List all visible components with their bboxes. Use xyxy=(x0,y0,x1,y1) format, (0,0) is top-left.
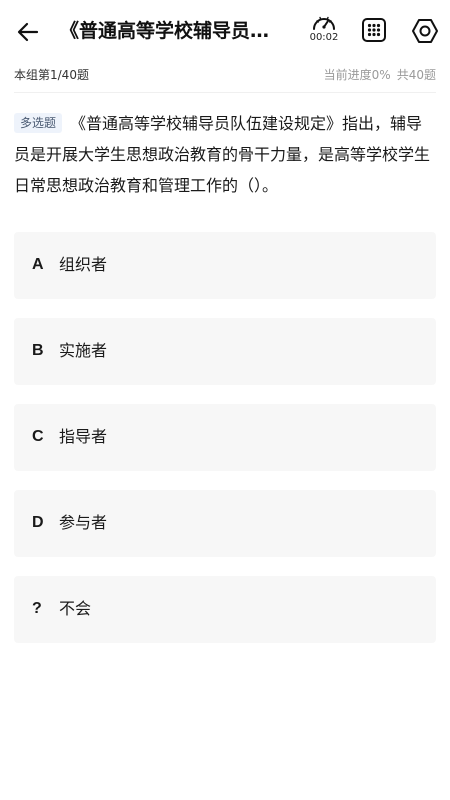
option-c[interactable]: C 指导者 xyxy=(14,404,436,471)
option-text: 不会 xyxy=(59,599,92,618)
option-dont-know[interactable]: ? 不会 xyxy=(14,576,436,643)
option-letter: B xyxy=(32,342,44,359)
option-text: 参与者 xyxy=(59,513,108,532)
option-letter: D xyxy=(32,514,44,531)
grid-icon xyxy=(362,18,386,42)
option-b[interactable]: B 实施者 xyxy=(14,318,436,385)
settings-icon xyxy=(412,19,438,43)
page-title: 《普通高等学校辅导员队伍建设规定》 xyxy=(60,20,285,42)
question-stem: 多选题 《普通高等学校辅导员队伍建设规定》指出，辅导员是开展大学生思想政治教育的骨… xyxy=(14,108,434,201)
progress-summary: 当前进度0% 共40题 xyxy=(324,64,436,86)
option-letter: A xyxy=(32,256,44,273)
divider xyxy=(14,92,436,93)
speedometer-icon xyxy=(313,16,335,30)
settings-button[interactable] xyxy=(410,16,440,46)
option-a[interactable]: A 组织者 xyxy=(14,232,436,299)
arrow-left-icon xyxy=(17,22,39,42)
progress-row: 本组第1/40题 当前进度0% 共40题 xyxy=(14,64,436,86)
option-text: 指导者 xyxy=(59,427,108,446)
question-text: 《普通高等学校辅导员队伍建设规定》指出，辅导员是开展大学生思想政治教育的骨干力量… xyxy=(14,114,431,195)
question-index: 本组第1/40题 xyxy=(14,68,89,82)
total-count: 共40题 xyxy=(396,68,436,82)
option-text: 实施者 xyxy=(59,341,108,360)
timer-button[interactable]: 00:02 xyxy=(306,13,342,49)
timer-value: 00:02 xyxy=(309,32,339,43)
top-bar: 《普通高等学校辅导员队伍建设规定》 00:02 xyxy=(0,0,450,62)
back-button[interactable] xyxy=(12,16,44,48)
question-type-badge: 多选题 xyxy=(14,113,63,133)
current-progress: 当前进度0% xyxy=(323,68,391,82)
question-mark-icon: ? xyxy=(32,600,42,617)
answer-sheet-button[interactable] xyxy=(360,16,388,44)
option-d[interactable]: D 参与者 xyxy=(14,490,436,557)
option-text: 组织者 xyxy=(59,255,108,274)
option-letter: C xyxy=(32,428,44,445)
